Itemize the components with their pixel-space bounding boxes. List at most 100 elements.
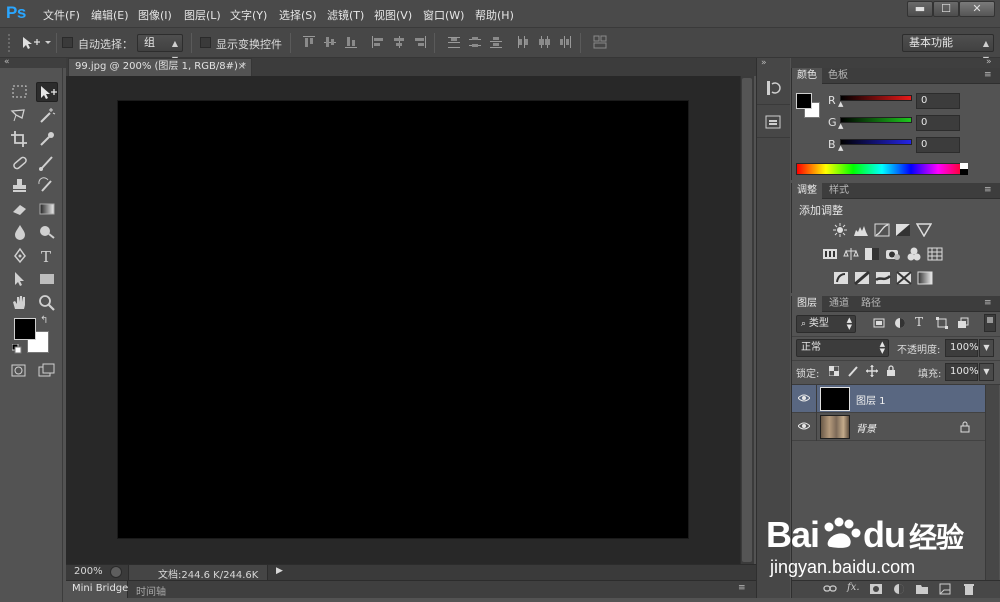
- opacity-input[interactable]: 100%: [945, 339, 979, 357]
- zoom-level[interactable]: 200%: [74, 566, 103, 577]
- swap-colors-icon[interactable]: ↰: [40, 315, 52, 326]
- menu-select[interactable]: 选择(S): [279, 7, 317, 23]
- dodge-tool[interactable]: [36, 222, 58, 242]
- channel-b-slider[interactable]: [840, 139, 912, 145]
- close-tab-icon[interactable]: ×: [238, 59, 246, 75]
- color-panel-foreground-swatch[interactable]: [796, 93, 812, 109]
- gradient-map-icon[interactable]: [917, 271, 933, 285]
- panel-menu-icon[interactable]: ≡: [738, 583, 746, 593]
- screen-mode-button[interactable]: [36, 361, 58, 381]
- channel-g-value[interactable]: 0: [916, 115, 960, 131]
- options-bar-grip[interactable]: [8, 34, 14, 52]
- lock-all-icon[interactable]: [885, 365, 897, 377]
- menu-image[interactable]: 图像(I): [138, 7, 172, 23]
- color-balance-icon[interactable]: [843, 247, 859, 261]
- distribute-vcenter-icon[interactable]: [468, 35, 482, 49]
- panel-menu-icon[interactable]: ≡: [984, 71, 996, 81]
- tab-color[interactable]: 颜色: [792, 68, 822, 84]
- tool-preset-picker[interactable]: [20, 35, 52, 51]
- folder-icon[interactable]: [915, 583, 929, 595]
- menu-window[interactable]: 窗口(W): [423, 7, 464, 23]
- panel-menu-icon[interactable]: ≡: [984, 299, 996, 309]
- gradient-tool[interactable]: [36, 199, 58, 219]
- status-info-icon[interactable]: [110, 566, 122, 578]
- filter-smart-object-icon[interactable]: [957, 317, 969, 329]
- close-window-button[interactable]: ✕: [959, 1, 995, 17]
- slider-handle-icon[interactable]: ▲: [838, 122, 843, 130]
- lock-position-icon[interactable]: [866, 365, 878, 377]
- menu-view[interactable]: 视图(V): [374, 7, 412, 23]
- tab-channels[interactable]: 通道: [824, 296, 854, 312]
- zoom-tool[interactable]: [36, 293, 58, 313]
- collapse-dock-icon[interactable]: »: [986, 57, 992, 67]
- align-bottom-icon[interactable]: [344, 35, 358, 49]
- auto-select-dropdown[interactable]: 组▲▼: [137, 34, 183, 64]
- selective-color-icon[interactable]: [896, 271, 912, 285]
- invert-icon[interactable]: [833, 271, 849, 285]
- channel-r-value[interactable]: 0: [916, 93, 960, 109]
- menu-help[interactable]: 帮助(H): [475, 7, 514, 23]
- distribute-right-icon[interactable]: [558, 35, 572, 49]
- channel-r-slider[interactable]: [840, 95, 912, 101]
- magic-wand-tool[interactable]: [36, 106, 58, 126]
- slider-handle-icon[interactable]: ▲: [838, 100, 843, 108]
- hand-tool[interactable]: [9, 293, 31, 313]
- path-selection-tool[interactable]: [9, 269, 31, 289]
- rectangle-tool[interactable]: [36, 269, 58, 289]
- blend-mode-dropdown[interactable]: 正常 ▲ ▼: [796, 339, 889, 357]
- lasso-tool[interactable]: [9, 106, 31, 126]
- crop-tool[interactable]: [9, 129, 31, 149]
- channel-g-slider[interactable]: [840, 117, 912, 123]
- blur-tool[interactable]: [9, 222, 31, 242]
- tab-styles[interactable]: 样式: [824, 183, 854, 199]
- exposure-icon[interactable]: [895, 223, 911, 237]
- slider-handle-icon[interactable]: ▲: [838, 144, 843, 152]
- filter-toggle-switch[interactable]: [984, 314, 996, 332]
- eye-icon[interactable]: [798, 393, 810, 403]
- align-right-icon[interactable]: [413, 35, 427, 49]
- foreground-color-swatch-front[interactable]: [14, 318, 36, 340]
- fx-icon[interactable]: fx.: [847, 582, 861, 594]
- align-left-icon[interactable]: [371, 35, 385, 49]
- layer-name[interactable]: 背景: [856, 420, 876, 435]
- filter-adjustment-icon[interactable]: [894, 317, 906, 329]
- maximize-button[interactable]: ☐: [933, 1, 959, 17]
- menu-layer[interactable]: 图层(L): [184, 7, 221, 23]
- tab-paths[interactable]: 路径: [856, 296, 886, 312]
- fill-slider-arrow-icon[interactable]: ▼: [979, 363, 994, 381]
- auto-align-layers-icon[interactable]: [593, 35, 607, 49]
- new-layer-icon[interactable]: [938, 583, 952, 595]
- menu-type[interactable]: 文字(Y): [230, 7, 267, 23]
- tab-mini-bridge[interactable]: Mini Bridge: [72, 583, 128, 594]
- lock-image-icon[interactable]: [847, 365, 859, 377]
- hue-saturation-icon[interactable]: [822, 247, 838, 261]
- curves-icon[interactable]: [874, 223, 890, 237]
- adjustment-layer-icon[interactable]: [892, 583, 906, 595]
- history-panel-button[interactable]: [762, 78, 784, 98]
- tab-timeline[interactable]: 时间轴: [136, 583, 166, 598]
- history-brush-tool[interactable]: [36, 176, 58, 196]
- tab-swatches[interactable]: 色板: [823, 68, 853, 84]
- vibrance-icon[interactable]: [916, 223, 932, 237]
- lock-transparent-icon[interactable]: [829, 366, 839, 376]
- menu-filter[interactable]: 滤镜(T): [327, 7, 364, 23]
- scrollbar-thumb[interactable]: [742, 78, 752, 562]
- type-tool[interactable]: T: [36, 246, 58, 266]
- filter-type-icon[interactable]: T: [915, 315, 927, 329]
- trash-icon[interactable]: [962, 583, 976, 595]
- healing-brush-tool[interactable]: [9, 153, 31, 173]
- layer-name[interactable]: 图层 1: [856, 392, 886, 407]
- photo-filter-icon[interactable]: [885, 247, 901, 261]
- align-top-icon[interactable]: [302, 35, 316, 49]
- distribute-bottom-icon[interactable]: [489, 35, 503, 49]
- show-transform-checkbox[interactable]: [200, 37, 211, 48]
- clone-stamp-tool[interactable]: [9, 176, 31, 196]
- eyedropper-tool[interactable]: [36, 129, 58, 149]
- channel-mixer-icon[interactable]: [906, 247, 922, 261]
- pen-tool[interactable]: [9, 246, 31, 266]
- panel-menu-icon[interactable]: ≡: [984, 186, 996, 196]
- document-canvas[interactable]: [118, 101, 688, 538]
- quick-mask-button[interactable]: [8, 361, 30, 381]
- layer-filter-dropdown[interactable]: ⌕ 类型 ▲ ▼: [796, 315, 856, 333]
- color-spectrum-ramp[interactable]: [796, 163, 968, 175]
